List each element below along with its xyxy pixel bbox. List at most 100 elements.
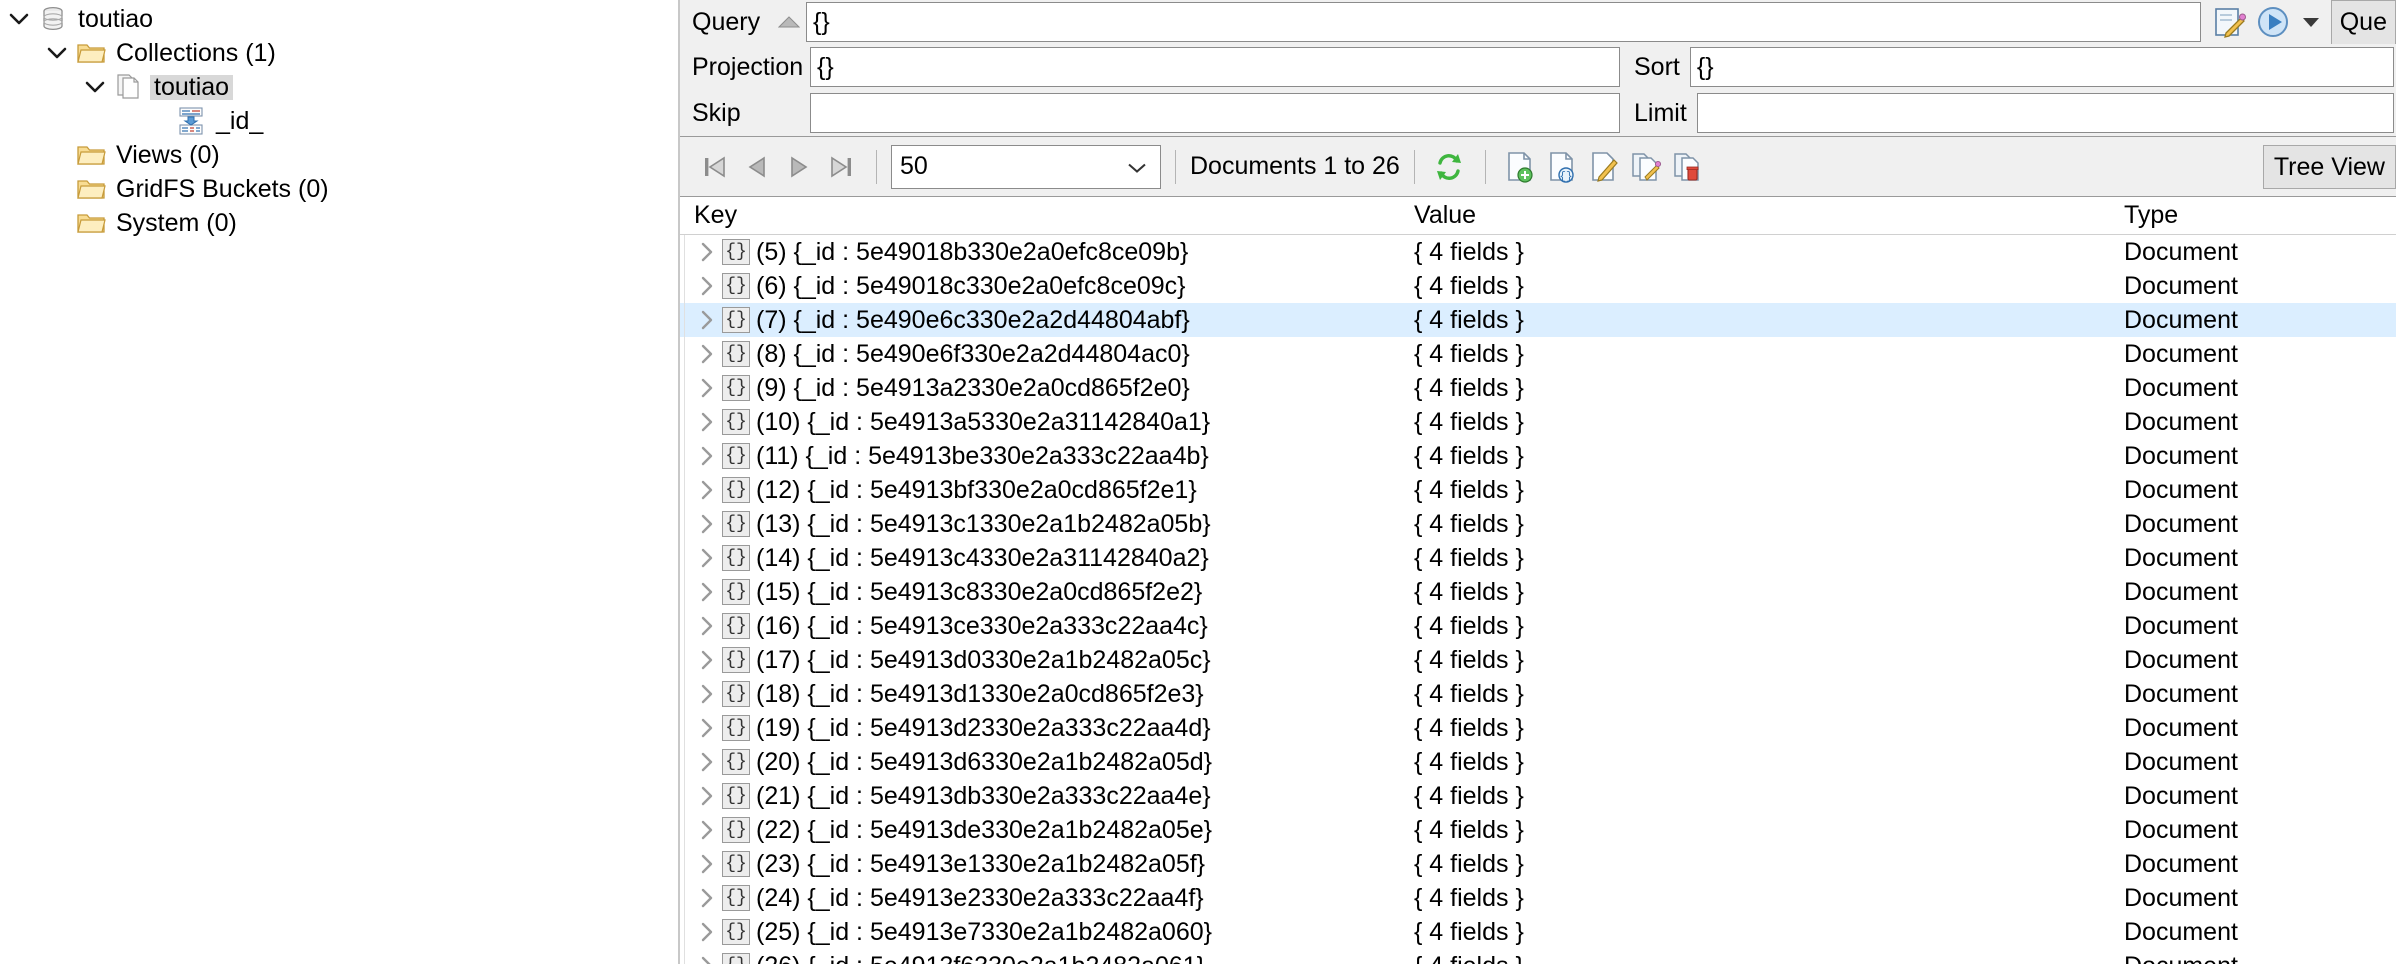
chevron-right-icon[interactable] xyxy=(692,444,722,468)
collapse-triangle-icon[interactable] xyxy=(772,5,806,39)
row-key-label: (8) {_id : 5e490e6f330e2a2d44804ac0} xyxy=(756,339,1190,368)
run-query-icon[interactable] xyxy=(2251,2,2295,42)
chevron-right-icon[interactable] xyxy=(692,240,722,264)
edit-query-icon[interactable] xyxy=(2207,2,2251,42)
table-row[interactable]: {} (23) {_id : 5e4913e1330e2a1b2482a05f}{… xyxy=(680,847,2396,881)
column-header-key[interactable]: Key xyxy=(680,203,1400,228)
chevron-right-icon[interactable] xyxy=(692,342,722,366)
first-page-icon[interactable] xyxy=(694,145,736,189)
chevron-right-icon[interactable] xyxy=(692,308,722,332)
table-row[interactable]: {} (17) {_id : 5e4913d0330e2a1b2482a05c}{… xyxy=(680,643,2396,677)
chevron-right-icon[interactable] xyxy=(692,954,722,964)
query-tab[interactable]: Que xyxy=(2330,0,2396,44)
chevron-right-icon[interactable] xyxy=(692,478,722,502)
chevron-right-icon[interactable] xyxy=(692,852,722,876)
chevron-right-icon[interactable] xyxy=(692,886,722,910)
chevron-right-icon[interactable] xyxy=(692,546,722,570)
json-object-icon: {} xyxy=(722,851,750,877)
chevron-down-icon[interactable] xyxy=(40,36,74,70)
table-row[interactable]: {} (6) {_id : 5e49018c330e2a0efc8ce09c} { … xyxy=(680,269,2396,303)
table-row[interactable]: {} (11) {_id : 5e4913be330e2a333c22aa4b}{… xyxy=(680,439,2396,473)
delete-document-icon[interactable] xyxy=(1668,145,1708,189)
tree-item-system-0[interactable]: System (0) xyxy=(0,206,678,240)
edit-document-icon[interactable] xyxy=(1584,145,1624,189)
table-row[interactable]: {} (12) {_id : 5e4913bf330e2a0cd865f2e1}{… xyxy=(680,473,2396,507)
table-row[interactable]: {}(26) {_id : 5e4913f6330e2a1b2482a061}{… xyxy=(680,949,2396,964)
copy-document-icon[interactable] xyxy=(1626,145,1666,189)
row-key-cell: {} (13) {_id : 5e4913c1330e2a1b2482a05b} xyxy=(680,511,1400,537)
tree-item-toutiao[interactable]: toutiao xyxy=(0,2,678,36)
next-page-icon[interactable] xyxy=(778,145,820,189)
chevron-right-icon[interactable] xyxy=(692,614,722,638)
table-row[interactable]: {} (5) {_id : 5e49018b330e2a0efc8ce09b} { … xyxy=(680,235,2396,269)
tree-item-collections-1[interactable]: Collections (1) xyxy=(0,36,678,70)
column-header-type[interactable]: Type xyxy=(2110,203,2396,228)
chevron-right-icon[interactable] xyxy=(692,784,722,808)
chevron-right-icon[interactable] xyxy=(692,512,722,536)
row-key-label: (9) {_id : 5e4913a2330e2a0cd865f2e0} xyxy=(756,373,1190,402)
chevron-right-icon[interactable] xyxy=(692,648,722,672)
row-value-cell: { 4 fields } xyxy=(1400,953,2110,964)
row-key-cell: {} (22) {_id : 5e4913de330e2a1b2482a05e} xyxy=(680,817,1400,843)
view-mode-button[interactable]: Tree View xyxy=(2262,145,2396,189)
skip-input[interactable] xyxy=(810,93,1620,133)
row-type-cell: Document xyxy=(2124,611,2238,640)
tree-item-views-0[interactable]: Views (0) xyxy=(0,138,678,172)
table-row[interactable]: {} (22) {_id : 5e4913de330e2a1b2482a05e}{… xyxy=(680,813,2396,847)
query-input[interactable]: {} xyxy=(806,2,2201,42)
table-row[interactable]: {} (20) {_id : 5e4913d6330e2a1b2482a05d}{… xyxy=(680,745,2396,779)
projection-input[interactable]: {} xyxy=(810,47,1620,87)
tree-item-toutiao[interactable]: toutiao xyxy=(0,70,678,104)
table-row[interactable]: {} (8) {_id : 5e490e6f330e2a2d44804ac0} { … xyxy=(680,337,2396,371)
grid-left-guide xyxy=(684,235,685,964)
table-row[interactable]: {} (14) {_id : 5e4913c4330e2a31142840a2}{… xyxy=(680,541,2396,575)
clone-document-icon[interactable]: {} xyxy=(1542,145,1582,189)
table-row[interactable]: {} (18) {_id : 5e4913d1330e2a0cd865f2e3}{… xyxy=(680,677,2396,711)
table-row[interactable]: {} (15) {_id : 5e4913c8330e2a0cd865f2e2}{… xyxy=(680,575,2396,609)
row-type-cell: Document xyxy=(2124,781,2238,810)
run-query-dropdown-icon[interactable] xyxy=(2295,2,2327,42)
last-page-icon[interactable] xyxy=(820,145,862,189)
chevron-right-icon[interactable] xyxy=(692,818,722,842)
chevron-right-icon[interactable] xyxy=(692,410,722,434)
table-row[interactable]: {} (13) {_id : 5e4913c1330e2a1b2482a05b}{… xyxy=(680,507,2396,541)
row-key-cell: {} (23) {_id : 5e4913e1330e2a1b2482a05f} xyxy=(680,851,1400,877)
query-form: Query {} Que Projection {} Sort {} Skip … xyxy=(680,0,2396,137)
refresh-icon[interactable] xyxy=(1429,145,1469,189)
table-row[interactable]: {} (7) {_id : 5e490e6c330e2a2d44804abf} { … xyxy=(680,303,2396,337)
chevron-down-icon[interactable] xyxy=(2,2,36,36)
row-key-cell: {} (9) {_id : 5e4913a2330e2a0cd865f2e0} xyxy=(680,375,1400,401)
chevron-right-icon[interactable] xyxy=(692,750,722,774)
previous-page-icon[interactable] xyxy=(736,145,778,189)
table-row[interactable]: {} (9) {_id : 5e4913a2330e2a0cd865f2e0} { … xyxy=(680,371,2396,405)
table-row[interactable]: {} (25) {_id : 5e4913e7330e2a1b2482a060} {… xyxy=(680,915,2396,949)
query-row: Query {} Que xyxy=(680,0,2396,44)
table-row[interactable]: {} (10) {_id : 5e4913a5330e2a31142840a1}{… xyxy=(680,405,2396,439)
sort-input[interactable]: {} xyxy=(1689,47,2394,87)
chevron-right-icon[interactable] xyxy=(692,376,722,400)
table-row[interactable]: {} (16) {_id : 5e4913ce330e2a333c22aa4c}{… xyxy=(680,609,2396,643)
chevron-right-icon[interactable] xyxy=(692,274,722,298)
table-row[interactable]: {} (21) {_id : 5e4913db330e2a333c22aa4e}{… xyxy=(680,779,2396,813)
tree-item-label: toutiao xyxy=(150,74,234,100)
row-type-cell: Document xyxy=(2124,747,2238,776)
row-key-cell: {} (25) {_id : 5e4913e7330e2a1b2482a060} xyxy=(680,919,1400,945)
row-value-cell: { 4 fields } xyxy=(1414,917,1524,946)
chevron-down-icon[interactable] xyxy=(78,70,112,104)
chevron-right-icon[interactable] xyxy=(692,920,722,944)
table-row[interactable]: {} (24) {_id : 5e4913e2330e2a333c22aa4f}{… xyxy=(680,881,2396,915)
table-row[interactable]: {} (19) {_id : 5e4913d2330e2a333c22aa4d}{… xyxy=(680,711,2396,745)
tree-item-id[interactable]: _id_ xyxy=(0,104,678,138)
chevron-right-icon[interactable] xyxy=(692,716,722,740)
page-size-select[interactable]: 50 xyxy=(891,144,1161,189)
row-value-cell: { 4 fields } xyxy=(1414,781,1524,810)
chevron-right-icon[interactable] xyxy=(692,580,722,604)
add-document-icon[interactable] xyxy=(1500,145,1540,189)
json-object-icon: {} xyxy=(722,783,750,809)
column-header-value[interactable]: Value xyxy=(1400,203,2110,228)
chevron-right-icon[interactable] xyxy=(692,682,722,706)
row-key-cell: {} (5) {_id : 5e49018b330e2a0efc8ce09b} xyxy=(680,239,1400,265)
row-value-cell: { 4 fields } xyxy=(1414,373,1524,402)
tree-item-gridfs-buckets-0[interactable]: GridFS Buckets (0) xyxy=(0,172,678,206)
limit-input[interactable] xyxy=(1696,93,2394,133)
